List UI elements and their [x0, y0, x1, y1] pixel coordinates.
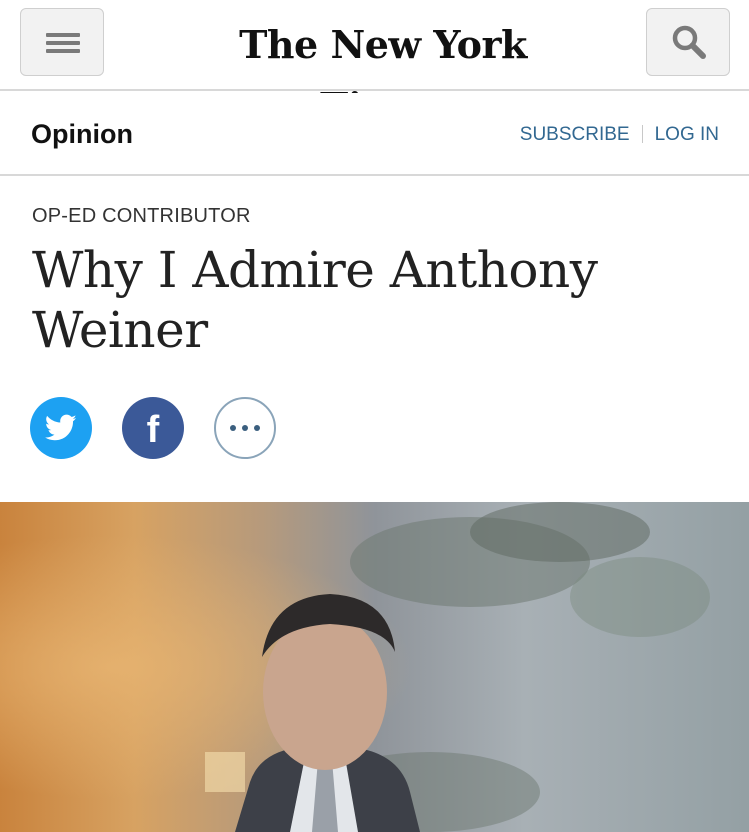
nyt-logo[interactable]: The New York Times — [190, 14, 576, 129]
search-button[interactable] — [646, 8, 730, 76]
article-photo — [0, 502, 749, 832]
facebook-share-button[interactable]: f — [122, 397, 184, 459]
divider — [641, 125, 643, 143]
article-kicker: OP-ED CONTRIBUTOR — [32, 205, 251, 227]
masthead: The New York Times — [0, 0, 749, 129]
more-dots-icon — [230, 425, 260, 431]
more-share-options-button[interactable] — [214, 397, 276, 459]
section-title[interactable]: Opinion — [31, 119, 133, 150]
twitter-share-button[interactable] — [30, 397, 92, 459]
search-icon — [672, 25, 706, 59]
photo-illustration — [0, 502, 749, 832]
twitter-bird-icon — [45, 414, 77, 441]
subscribe-link[interactable]: SUBSCRIBE — [520, 124, 630, 145]
article-headline: Why I Admire Anthony Weiner — [32, 241, 598, 359]
facebook-f-icon: f — [146, 409, 160, 451]
section-bar: Opinion SUBSCRIBE LOG IN — [0, 93, 749, 176]
menu-button[interactable] — [20, 8, 104, 76]
account-links: SUBSCRIBE LOG IN — [520, 124, 719, 146]
hamburger-menu-icon — [46, 33, 80, 53]
login-link[interactable]: LOG IN — [655, 124, 719, 145]
